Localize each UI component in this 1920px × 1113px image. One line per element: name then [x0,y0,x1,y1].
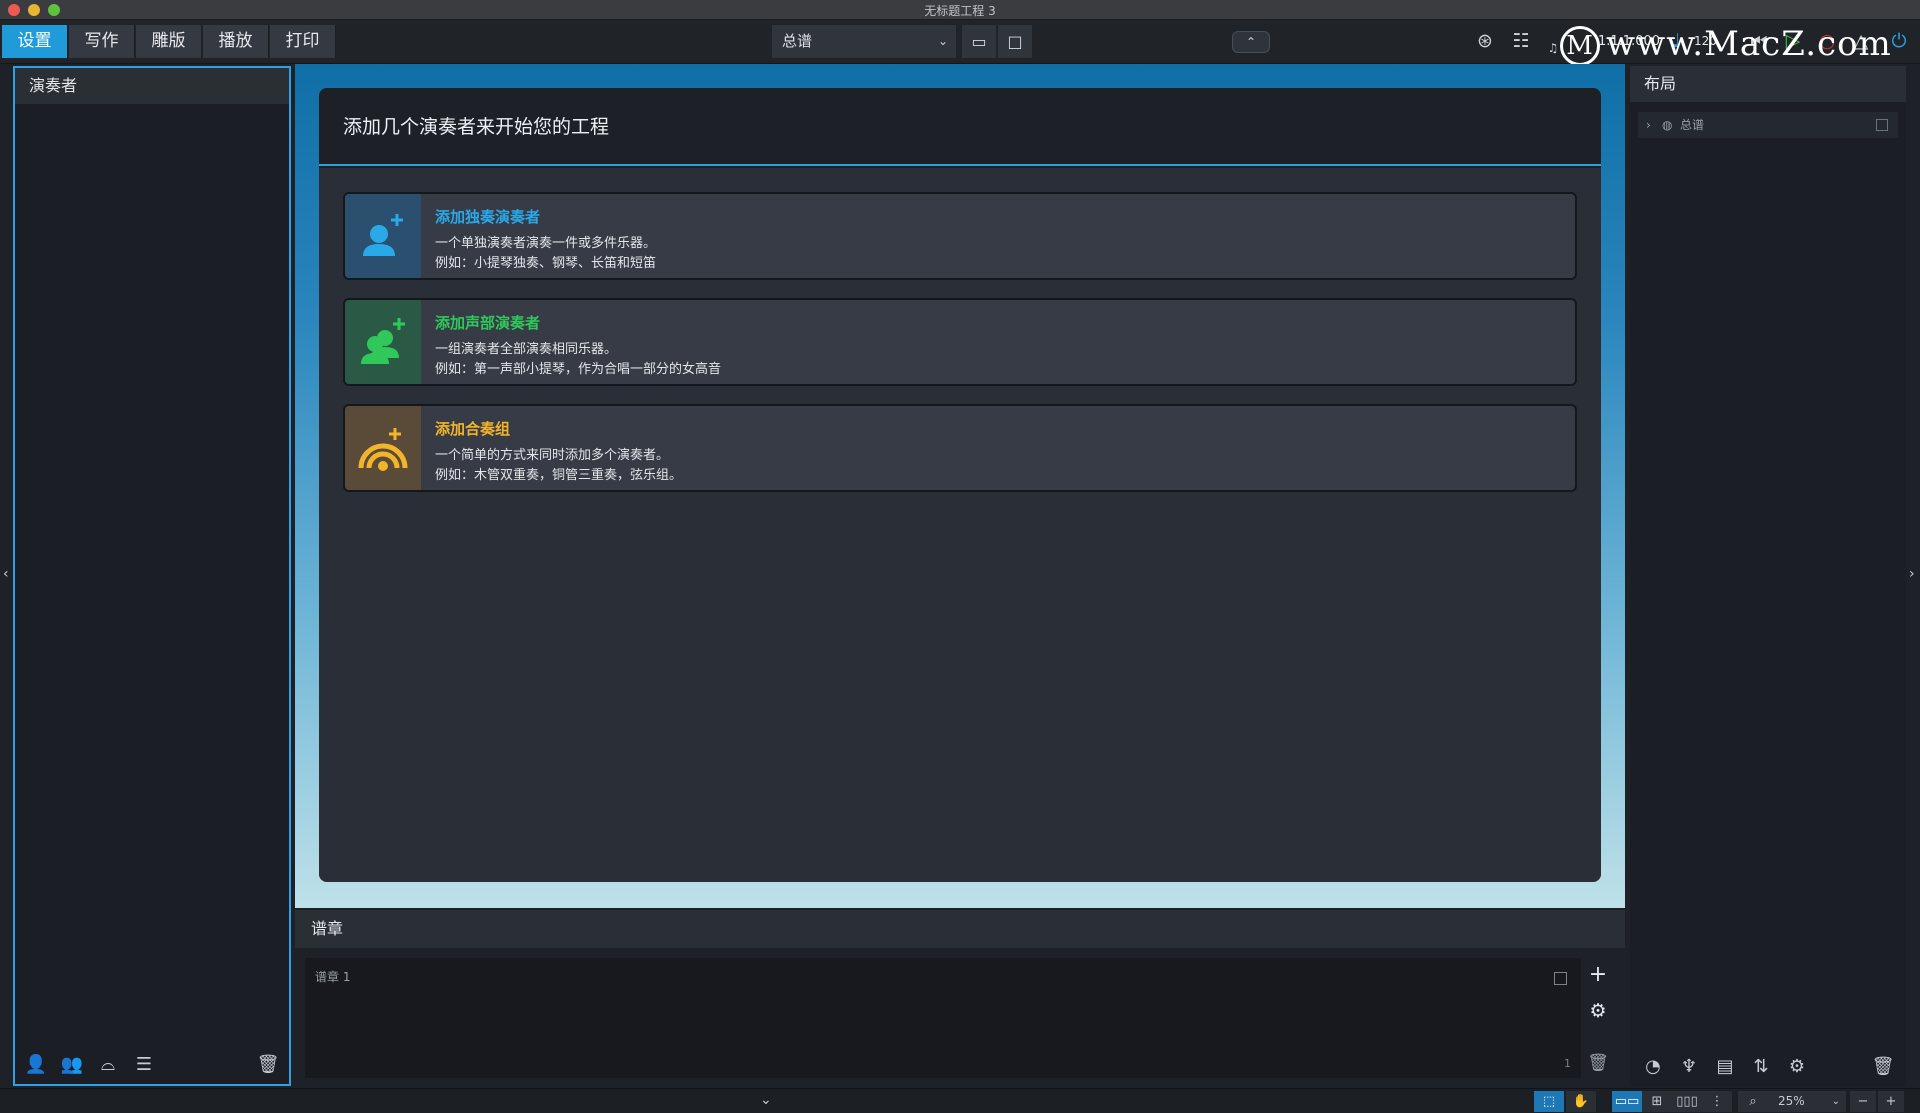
layout-type-icon: ◍ [1662,118,1673,132]
layout-selector[interactable]: 总谱 ⌄ [772,25,956,58]
chevron-left-icon[interactable]: ‹ [3,566,9,582]
chevron-right-icon[interactable]: › [1909,566,1915,582]
add-ensemble-icon[interactable]: ⌓ [95,1052,121,1078]
chevron-right-icon[interactable]: › [1646,112,1651,138]
window-titlebar: 无标题工程 3 [0,0,1920,20]
add-section-player-icon[interactable]: 👥 [59,1052,85,1078]
flow-name: 谱章 1 [315,970,351,984]
start-dialog: 添加几个演奏者来开始您的工程 添加独奏演奏者 一个单独演奏者演奏一件或多件乐器。… [319,88,1601,882]
hide-panels-button[interactable]: ⌃ [1232,31,1270,53]
layouts-panel: 布局 › ◍ 总谱 ◔ ♆ ▤ ⇅ ⚙ 🗑 [1630,66,1906,1086]
gear-icon[interactable]: ⚙ [1585,998,1611,1024]
layout-name: 总谱 [1680,118,1705,132]
watermark-logo-icon: M [1560,26,1600,66]
chevron-down-icon[interactable]: ⌄ [760,1092,772,1108]
mixer-icon[interactable]: ☷ [1504,25,1538,58]
layouts-panel-footer: ◔ ♆ ▤ ⇅ ⚙ 🗑 [1630,1052,1906,1082]
trash-icon[interactable]: 🗑 [255,1052,281,1078]
card-description: 一个单独演奏者演奏一件或多件乐器。 [435,236,657,251]
main-toolbar: 设置 写作 雕版 播放 打印 总谱 ⌄ ▭ □ ⌃ ⊛ ☷ ♫ 1.1.1.00… [0,20,1920,66]
pages-spread-icon[interactable]: ▭▭ [1612,1091,1642,1112]
watermark: Mwww.MacZ.com [1560,24,1892,66]
pages-grid-icon[interactable]: ⊞ [1642,1091,1672,1112]
zoom-out-icon[interactable]: − [1850,1091,1876,1112]
status-bar: ⌄ ⬚ ✋ ▭▭ ⊞ ▯▯▯ ⋮ ⌕ 25% ⌄ − + [0,1088,1920,1113]
zoom-icon: ⌕ [1738,1091,1768,1112]
trash-icon[interactable]: 🗑 [1870,1054,1896,1080]
add-custom-layout-icon[interactable]: ▤ [1712,1054,1738,1080]
add-flow-icon[interactable]: + [1585,962,1611,988]
video-reel-icon[interactable]: ⊛ [1468,25,1502,58]
hand-tool-icon[interactable]: ✋ [1566,1091,1596,1112]
card-example: 例如：木管双重奏，铜管三重奏，弦乐组。 [435,468,683,483]
pages-vertical-icon[interactable]: ⋮ [1702,1091,1732,1112]
player-list-icon[interactable]: ☰ [131,1052,157,1078]
players-panel: 演奏者 👤 👥 ⌓ ☰ 🗑 [13,66,291,1086]
project-start-area: 添加几个演奏者来开始您的工程 添加独奏演奏者 一个单独演奏者演奏一件或多件乐器。… [295,64,1625,908]
chevron-up-icon: ⌃ [1245,35,1257,49]
select-tool-icon[interactable]: ⬚ [1534,1091,1564,1112]
layouts-panel-title: 布局 [1630,66,1906,102]
add-part-layout-icon[interactable]: ♆ [1676,1054,1702,1080]
pages-horizontal-icon[interactable]: ▯▯▯ [1672,1091,1702,1112]
ensemble-icon [345,406,421,490]
layout-checkbox[interactable] [1876,119,1888,131]
section-player-icon [345,300,421,384]
window-title: 无标题工程 3 [924,4,996,18]
solo-player-icon [345,194,421,278]
page-view-icon[interactable]: □ [998,25,1032,58]
add-solo-player-card[interactable]: 添加独奏演奏者 一个单独演奏者演奏一件或多件乐器。 例如：小提琴独奏、钢琴、长笛… [343,192,1577,280]
flows-panel-title: 谱章 [295,910,1625,948]
card-example: 例如：第一声部小提琴，作为合唱一部分的女高音 [435,362,722,377]
card-description: 一组演奏者全部演奏相同乐器。 [435,342,618,357]
add-solo-player-icon[interactable]: 👤 [23,1052,49,1078]
galley-view-icon[interactable]: ▭ [962,25,996,58]
card-description: 一个简单的方式来同时添加多个演奏者。 [435,448,670,463]
card-title: 添加合奏组 [435,420,511,438]
add-section-player-card[interactable]: 添加声部演奏者 一组演奏者全部演奏相同乐器。 例如：第一声部小提琴，作为合唱一部… [343,298,1577,386]
mode-tab-write[interactable]: 写作 [69,25,135,58]
flow-number: 1 [1564,1057,1571,1070]
flows-panel: 谱章 谱章 1 1 + ⚙ 🗑 [295,910,1625,1086]
add-ensemble-card[interactable]: 添加合奏组 一个简单的方式来同时添加多个演奏者。 例如：木管双重奏，铜管三重奏，… [343,404,1577,492]
players-panel-title: 演奏者 [15,68,289,104]
zoom-value: 25% [1778,1094,1805,1108]
flow-card[interactable]: 谱章 1 1 [305,958,1581,1078]
players-panel-footer: 👤 👥 ⌓ ☰ 🗑 [15,1050,289,1080]
chevron-down-icon: ⌄ [937,34,948,48]
start-options: 添加独奏演奏者 一个单独演奏者演奏一件或多件乐器。 例如：小提琴独奏、钢琴、长笛… [319,168,1601,882]
mode-tab-engrave[interactable]: 雕版 [136,25,202,58]
card-title: 添加声部演奏者 [435,314,541,332]
mode-tab-print[interactable]: 打印 [270,25,336,58]
card-example: 例如：小提琴独奏、钢琴、长笛和短笛 [435,256,657,271]
zoom-in-icon[interactable]: + [1878,1091,1904,1112]
sort-icon[interactable]: ⇅ [1748,1054,1774,1080]
flow-checkbox[interactable] [1554,972,1567,985]
layout-selector-value: 总谱 [782,32,813,50]
layout-row[interactable]: › ◍ 总谱 [1638,112,1898,138]
zoom-select[interactable]: 25% ⌄ [1768,1091,1846,1112]
start-heading: 添加几个演奏者来开始您的工程 [319,88,1601,166]
card-title: 添加独奏演奏者 [435,208,541,226]
add-layout-icon[interactable]: ◔ [1640,1054,1666,1080]
trash-icon[interactable]: 🗑 [1585,1050,1611,1076]
mode-tab-setup[interactable]: 设置 [2,25,68,58]
gear-icon[interactable]: ⚙ [1784,1054,1810,1080]
mode-tab-play[interactable]: 播放 [203,25,269,58]
chevron-down-icon: ⌄ [1831,1096,1840,1107]
